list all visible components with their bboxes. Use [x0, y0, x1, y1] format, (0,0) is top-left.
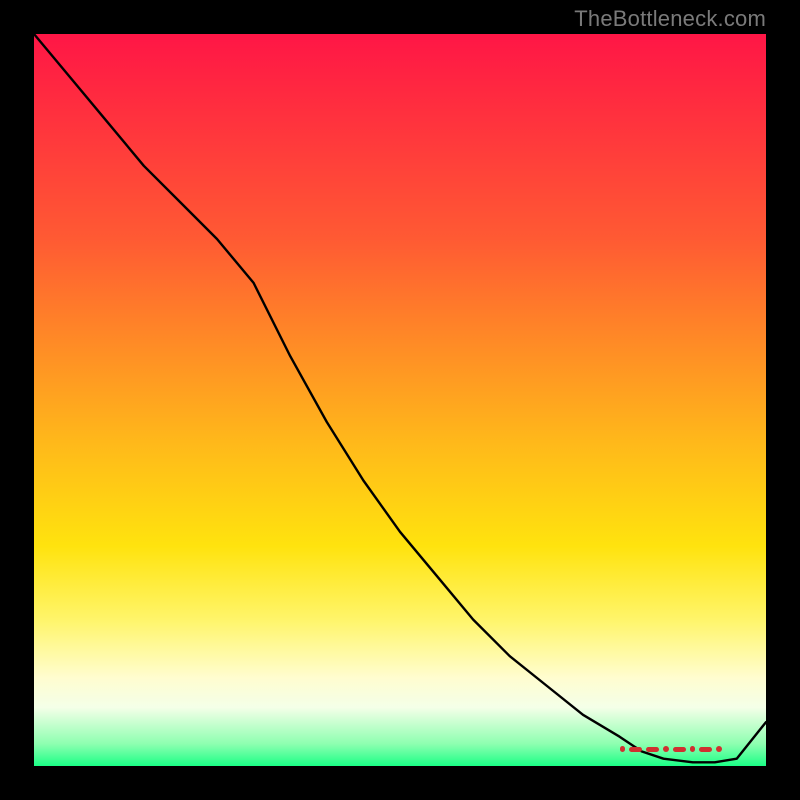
- bottleneck-line: [34, 34, 766, 766]
- marker-dash: [673, 747, 686, 752]
- marker-dash: [699, 747, 712, 752]
- marker-dash: [646, 747, 659, 752]
- marker-dot: [663, 746, 669, 752]
- marker-dot: [620, 746, 626, 752]
- watermark-text: TheBottleneck.com: [574, 6, 766, 32]
- marker-dot: [716, 746, 722, 752]
- optimal-range-marker: [620, 745, 722, 753]
- marker-dot: [690, 746, 696, 752]
- chart-frame: TheBottleneck.com: [0, 0, 800, 800]
- marker-dash: [629, 747, 642, 752]
- plot-area: [34, 34, 766, 766]
